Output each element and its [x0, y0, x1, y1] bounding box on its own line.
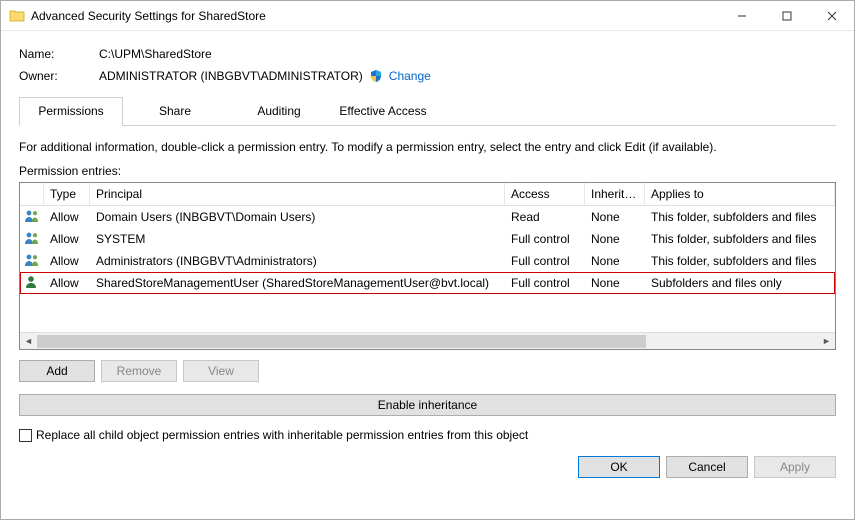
- view-button: View: [183, 360, 259, 382]
- dialog-body: Name: C:\UPM\SharedStore Owner: ADMINIST…: [1, 31, 854, 519]
- scroll-thumb[interactable]: [37, 335, 646, 348]
- titlebar: Advanced Security Settings for SharedSto…: [1, 1, 854, 31]
- security-settings-window: Advanced Security Settings for SharedSto…: [0, 0, 855, 520]
- cell-access: Full control: [505, 272, 585, 294]
- replace-checkbox[interactable]: [19, 429, 32, 442]
- maximize-button[interactable]: [764, 1, 809, 30]
- tab-auditing[interactable]: Auditing: [227, 97, 331, 125]
- folder-icon: [9, 8, 25, 24]
- window-title: Advanced Security Settings for SharedSto…: [31, 9, 719, 23]
- apply-button: Apply: [754, 456, 836, 478]
- entry-buttons: Add Remove View: [19, 360, 836, 382]
- cell-applies: This folder, subfolders and files: [645, 228, 835, 250]
- tabs: Permissions Share Auditing Effective Acc…: [19, 97, 836, 126]
- footer-buttons: OK Cancel Apply: [19, 442, 836, 478]
- grid-body: AllowDomain Users (INBGBVT\Domain Users)…: [20, 206, 835, 332]
- cell-type: Allow: [44, 250, 90, 272]
- owner-label: Owner:: [19, 69, 99, 83]
- tab-share[interactable]: Share: [123, 97, 227, 125]
- info-text: For additional information, double-click…: [19, 140, 836, 154]
- replace-check-row[interactable]: Replace all child object permission entr…: [19, 428, 836, 442]
- owner-row: Owner: ADMINISTRATOR (INBGBVT\ADMINISTRA…: [19, 65, 836, 87]
- name-row: Name: C:\UPM\SharedStore: [19, 43, 836, 65]
- permission-entries-grid[interactable]: Type Principal Access Inherite... Applie…: [19, 182, 836, 350]
- table-row[interactable]: AllowDomain Users (INBGBVT\Domain Users)…: [20, 206, 835, 228]
- entries-label: Permission entries:: [19, 164, 836, 178]
- cell-applies: Subfolders and files only: [645, 272, 835, 294]
- tab-permissions[interactable]: Permissions: [19, 97, 123, 126]
- cell-type: Allow: [44, 228, 90, 250]
- col-icon[interactable]: [20, 183, 44, 205]
- name-label: Name:: [19, 47, 99, 61]
- cell-principal: Administrators (INBGBVT\Administrators): [90, 250, 505, 272]
- cell-access: Full control: [505, 228, 585, 250]
- table-row[interactable]: AllowSYSTEMFull controlNoneThis folder, …: [20, 228, 835, 250]
- col-access[interactable]: Access: [505, 183, 585, 205]
- inheritance-row: Enable inheritance: [19, 394, 836, 416]
- table-row[interactable]: AllowSharedStoreManagementUser (SharedSt…: [20, 272, 835, 294]
- cell-principal: Domain Users (INBGBVT\Domain Users): [90, 206, 505, 228]
- person-icon: [24, 275, 40, 289]
- cell-type: Allow: [44, 206, 90, 228]
- owner-value: ADMINISTRATOR (INBGBVT\ADMINISTRATOR): [99, 69, 363, 83]
- remove-button: Remove: [101, 360, 177, 382]
- cell-inherited: None: [585, 228, 645, 250]
- name-value: C:\UPM\SharedStore: [99, 47, 212, 61]
- cell-access: Full control: [505, 250, 585, 272]
- people-icon: [24, 253, 40, 267]
- cell-inherited: None: [585, 206, 645, 228]
- scroll-track[interactable]: [37, 333, 818, 349]
- table-row[interactable]: AllowAdministrators (INBGBVT\Administrat…: [20, 250, 835, 272]
- scroll-right-icon[interactable]: ►: [818, 333, 835, 350]
- cell-inherited: None: [585, 272, 645, 294]
- people-icon: [24, 209, 40, 223]
- cell-type: Allow: [44, 272, 90, 294]
- cell-principal: SharedStoreManagementUser (SharedStoreMa…: [90, 272, 505, 294]
- cell-applies: This folder, subfolders and files: [645, 250, 835, 272]
- col-principal[interactable]: Principal: [90, 183, 505, 205]
- col-type[interactable]: Type: [44, 183, 90, 205]
- horizontal-scrollbar[interactable]: ◄ ►: [20, 332, 835, 349]
- grid-header: Type Principal Access Inherite... Applie…: [20, 183, 835, 206]
- tab-effective-access[interactable]: Effective Access: [331, 97, 435, 125]
- col-applies[interactable]: Applies to: [645, 183, 835, 205]
- cell-inherited: None: [585, 250, 645, 272]
- close-button[interactable]: [809, 1, 854, 30]
- cell-access: Read: [505, 206, 585, 228]
- ok-button[interactable]: OK: [578, 456, 660, 478]
- add-button[interactable]: Add: [19, 360, 95, 382]
- shield-icon: [369, 69, 383, 83]
- cell-applies: This folder, subfolders and files: [645, 206, 835, 228]
- replace-check-label: Replace all child object permission entr…: [36, 428, 528, 442]
- col-inherited[interactable]: Inherite...: [585, 183, 645, 205]
- minimize-button[interactable]: [719, 1, 764, 30]
- cell-principal: SYSTEM: [90, 228, 505, 250]
- people-icon: [24, 231, 40, 245]
- enable-inheritance-button[interactable]: Enable inheritance: [19, 394, 836, 416]
- change-owner-link[interactable]: Change: [389, 69, 431, 83]
- scroll-left-icon[interactable]: ◄: [20, 333, 37, 350]
- cancel-button[interactable]: Cancel: [666, 456, 748, 478]
